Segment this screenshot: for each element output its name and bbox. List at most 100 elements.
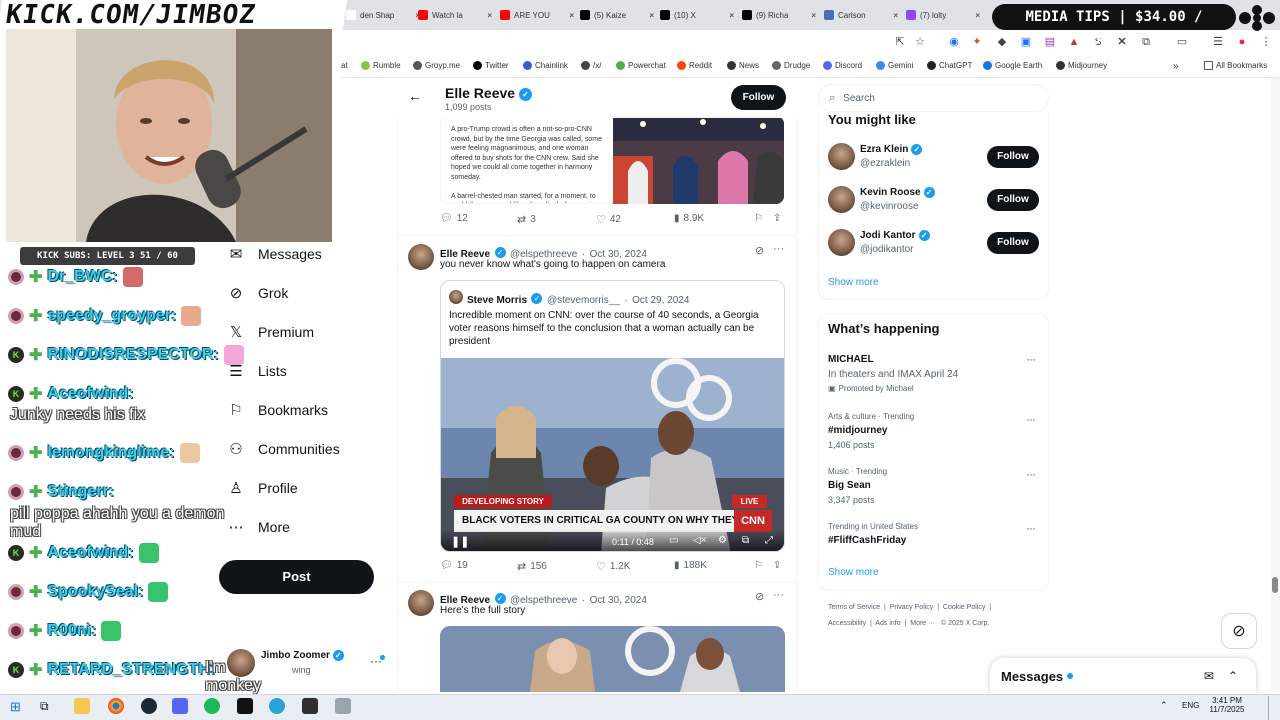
- chevron-up-icon[interactable]: ⌃: [1228, 669, 1238, 683]
- author-avatar[interactable]: [408, 244, 434, 270]
- follow-button[interactable]: Follow: [987, 146, 1039, 168]
- install-icon[interactable]: ⇱: [893, 35, 907, 49]
- crowd-photo[interactable]: [613, 116, 784, 204]
- author-avatar[interactable]: [408, 590, 434, 616]
- extension-icon[interactable]: ◉: [947, 35, 961, 49]
- footer-link[interactable]: More ···: [910, 620, 935, 627]
- steam-icon[interactable]: [141, 698, 157, 714]
- browser-tab[interactable]: Watch la ×: [418, 4, 496, 26]
- discord-icon[interactable]: [172, 698, 188, 714]
- footer-link[interactable]: Accessibility: [828, 620, 866, 627]
- chat-username[interactable]: Aceofwind:: [47, 385, 133, 403]
- browser-tab[interactable]: (10) X ×: [660, 4, 738, 26]
- browser-tab[interactable]: (7) lolty ×: [906, 4, 984, 26]
- footer-link[interactable]: Cookie Policy: [943, 604, 985, 611]
- tab-close-icon[interactable]: ×: [487, 11, 496, 20]
- nav-item-profile[interactable]: ♙ Profile: [228, 480, 297, 497]
- pause-icon[interactable]: ❚❚: [451, 535, 469, 548]
- extension-icon[interactable]: ✦: [970, 35, 984, 49]
- grok-button[interactable]: ⊘: [1221, 613, 1257, 649]
- account-name[interactable]: Jimbo Zoomer ✓: [261, 650, 344, 661]
- mute-icon[interactable]: ◁×: [693, 535, 707, 546]
- back-arrow-icon[interactable]: ←: [408, 88, 422, 104]
- show-more-link[interactable]: Show more: [828, 567, 879, 578]
- bookmark-item[interactable]: Twitter: [473, 61, 509, 70]
- tab-close-icon[interactable]: ×: [649, 11, 658, 20]
- bookmark-item[interactable]: Chainlink: [523, 61, 568, 70]
- bookmark-truncated[interactable]: at: [341, 61, 348, 70]
- video-thumbnail[interactable]: [440, 626, 785, 692]
- terminal-icon[interactable]: [237, 698, 253, 714]
- extension-icon[interactable]: ▤: [1043, 35, 1057, 49]
- like-button[interactable]: ♡ 1.2K: [596, 560, 630, 573]
- chat-username[interactable]: Stingerr:: [47, 483, 114, 501]
- tab-close-icon[interactable]: ×: [893, 11, 902, 20]
- views-button[interactable]: ▮ 8.9K: [674, 213, 704, 224]
- nav-item-lists[interactable]: ☰ Lists: [228, 363, 287, 380]
- suggestion-avatar[interactable]: [828, 229, 855, 256]
- tweet-more-icon[interactable]: ···: [773, 243, 784, 255]
- reading-list-icon[interactable]: ☰: [1211, 35, 1225, 49]
- trend-more-icon[interactable]: ···: [1026, 412, 1036, 426]
- chat-username[interactable]: R00ni:: [47, 622, 96, 640]
- chat-username[interactable]: speedy_groyper:: [47, 307, 176, 325]
- tweet-more-icon[interactable]: ···: [773, 589, 784, 601]
- spotify-icon[interactable]: [204, 698, 220, 714]
- profile-icon[interactable]: ●: [1235, 35, 1249, 49]
- chat-username[interactable]: RETARD_STRENGTH:: [47, 661, 215, 679]
- like-button[interactable]: ♡ 42: [596, 213, 621, 226]
- footer-link[interactable]: Ads info: [875, 620, 900, 627]
- nav-item-messages[interactable]: ✉ Messages: [228, 246, 322, 263]
- post-button[interactable]: Post: [219, 560, 374, 594]
- trend-more-icon[interactable]: ···: [1026, 467, 1036, 481]
- follow-button[interactable]: Follow: [987, 189, 1039, 211]
- extension-icon[interactable]: ◆: [995, 35, 1009, 49]
- trend-title[interactable]: #midjourney: [828, 425, 887, 436]
- chat-username[interactable]: SpookySeal:: [47, 583, 143, 601]
- browser-tab[interactable]: (9) Richa ×: [742, 4, 820, 26]
- trend-more-icon[interactable]: ···: [1026, 352, 1036, 366]
- browser-tab[interactable]: (5) Kaize ×: [580, 4, 658, 26]
- bookmark-item[interactable]: Groyp.me: [413, 61, 460, 70]
- repost-button[interactable]: ⇄ 156: [517, 560, 547, 573]
- tab-close-icon[interactable]: ×: [569, 11, 578, 20]
- star-icon[interactable]: ☆: [913, 35, 927, 49]
- reply-button[interactable]: 💬︎ 19: [440, 560, 468, 571]
- bookmark-item[interactable]: News: [727, 61, 759, 70]
- bookmark-item[interactable]: Google Earth: [983, 61, 1042, 70]
- share-icon[interactable]: ⇪: [773, 213, 781, 224]
- grok-icon[interactable]: ⊘: [755, 590, 764, 603]
- bookmark-item[interactable]: Reddit: [677, 61, 712, 70]
- task-view-icon[interactable]: ⧉: [40, 699, 49, 714]
- bookmark-icon[interactable]: ⚐: [754, 560, 763, 571]
- chevron-right-icon[interactable]: »: [1173, 61, 1179, 72]
- nav-item-communities[interactable]: ⚇ Communities: [228, 441, 339, 458]
- nav-item-grok[interactable]: ⊘ Grok: [228, 285, 289, 302]
- footer-link[interactable]: Privacy Policy: [890, 604, 934, 611]
- chat-username[interactable]: RINODISRESPECTOR:: [47, 346, 218, 364]
- suggestion-name[interactable]: Jodi Kantor ✓: [860, 230, 930, 241]
- profile-follow-button[interactable]: Follow: [731, 85, 786, 110]
- bookmark-item[interactable]: Gemini: [876, 61, 913, 70]
- bookmark-item[interactable]: Midjourney: [1056, 61, 1107, 70]
- grok-icon[interactable]: ⊘: [755, 244, 764, 257]
- chat-username[interactable]: Aceofwind:: [47, 544, 133, 562]
- video-player[interactable]: DEVELOPING STORY LIVE BLACK VOTERS IN CR…: [441, 358, 784, 551]
- quote-tweet[interactable]: Steve Morris ✓ @stevemorris__ · Oct 29, …: [440, 280, 785, 552]
- chat-username[interactable]: lemongkinglime:: [47, 444, 174, 462]
- language-indicator[interactable]: ENG: [1182, 701, 1199, 710]
- article-screenshot[interactable]: A pro-Trump crowd is often a not-so-pro-…: [440, 116, 614, 204]
- scrollbar-thumb[interactable]: [1272, 577, 1278, 593]
- bookmark-item[interactable]: Rumble: [361, 61, 401, 70]
- search-input[interactable]: ⌕ Search: [818, 84, 1049, 112]
- windows-start-icon[interactable]: ⊞: [10, 699, 21, 715]
- nav-item-bookmarks[interactable]: ⚐ Bookmarks: [228, 402, 328, 419]
- telegram-icon[interactable]: [269, 698, 285, 714]
- settings-icon[interactable]: ⚙: [718, 535, 727, 546]
- obs-icon[interactable]: [302, 698, 318, 714]
- tweet-date[interactable]: Oct 30, 2024: [590, 595, 647, 606]
- menu-icon[interactable]: ⋮: [1259, 35, 1273, 49]
- trend-title[interactable]: Big Sean: [828, 480, 871, 491]
- show-desktop-button[interactable]: [1268, 696, 1280, 720]
- captions-icon[interactable]: ▭: [669, 535, 678, 546]
